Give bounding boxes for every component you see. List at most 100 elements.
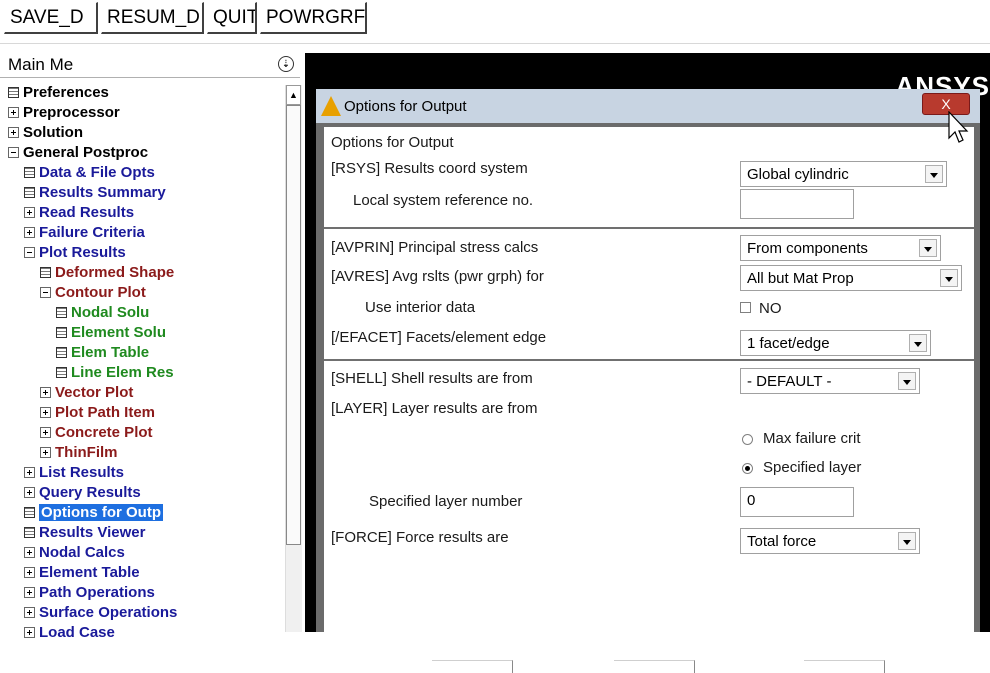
avres-value: All but Mat Prop — [747, 270, 854, 287]
toolbar-divider — [0, 43, 990, 44]
plus-icon — [24, 547, 35, 558]
menu-item[interactable]: Results Summary — [24, 183, 166, 203]
menu-item[interactable]: Data & File Opts — [24, 163, 155, 183]
menu-item[interactable]: Concrete Plot — [40, 423, 153, 443]
chevron-down-icon — [919, 239, 937, 257]
menu-item-label: Preferences — [23, 84, 109, 101]
menu-item-label: Line Elem Res — [71, 364, 174, 381]
menu-item[interactable]: Vector Plot — [40, 383, 133, 403]
menu-item[interactable]: Path Operations — [24, 583, 155, 603]
menu-item[interactable]: General Postproc — [8, 143, 148, 163]
specified-layer-radio[interactable] — [742, 463, 753, 474]
local-ref-input[interactable] — [740, 189, 854, 219]
menu-item[interactable]: Preprocessor — [8, 103, 120, 123]
max-failure-radio[interactable] — [742, 434, 753, 445]
menu-item-label: Concrete Plot — [55, 424, 153, 441]
minus-icon — [40, 287, 51, 298]
menu-item[interactable]: Elem Table — [56, 343, 149, 363]
dialog-title: Options for Output — [344, 98, 467, 115]
main-menu-title: Main Me — [8, 55, 74, 74]
plus-icon — [24, 627, 35, 638]
menu-item-label: Nodal Calcs — [39, 544, 125, 561]
save-db-button[interactable]: SAVE_D — [4, 2, 98, 34]
plus-icon — [40, 447, 51, 458]
scroll-up-arrow-icon[interactable]: ▲ — [286, 85, 301, 105]
menu-item[interactable]: Failure Criteria — [24, 223, 145, 243]
menu-item[interactable]: Nodal Solu — [56, 303, 149, 323]
menu-item[interactable]: Query Results — [24, 483, 141, 503]
doc-icon — [56, 347, 67, 358]
apply-button[interactable] — [614, 660, 695, 673]
doc-icon — [56, 307, 67, 318]
chevron-down-icon — [898, 372, 916, 390]
doc-icon — [40, 267, 51, 278]
menu-item[interactable]: Nodal Calcs — [24, 543, 125, 563]
menu-item[interactable]: Load Case — [24, 623, 115, 643]
interior-checkbox[interactable] — [740, 302, 751, 313]
plus-icon — [24, 487, 35, 498]
menu-item-label: Preprocessor — [23, 104, 120, 121]
avprin-label: [AVPRIN] Principal stress calcs — [331, 239, 539, 256]
menu-item[interactable]: Read Results — [24, 203, 134, 223]
doc-icon — [56, 327, 67, 338]
shell-label: [SHELL] Shell results are from — [331, 370, 533, 387]
shell-dropdown[interactable]: - DEFAULT - — [740, 368, 920, 394]
chevron-down-icon — [898, 532, 916, 550]
menu-item[interactable]: Options for Outp — [24, 503, 163, 523]
separator — [324, 227, 974, 229]
menu-item-label: Data & File Opts — [39, 164, 155, 181]
menu-item[interactable]: Solution — [8, 123, 83, 143]
avprin-dropdown[interactable]: From components — [740, 235, 941, 261]
menu-item[interactable]: Results Viewer — [24, 523, 145, 543]
doc-icon — [24, 187, 35, 198]
avres-dropdown[interactable]: All but Mat Prop — [740, 265, 962, 291]
menu-item[interactable]: Surface Operations — [24, 603, 177, 623]
ok-button[interactable] — [432, 660, 513, 673]
menu-item[interactable]: Deformed Shape — [40, 263, 174, 283]
menu-item[interactable]: Element Table — [24, 563, 140, 583]
rsys-dropdown[interactable]: Global cylindric — [740, 161, 947, 187]
menu-item[interactable]: Plot Path Item — [40, 403, 155, 423]
layer-number-input[interactable]: 0 — [740, 487, 854, 517]
menu-item-label: Surface Operations — [39, 604, 178, 621]
efacet-label: [/EFACET] Facets/element edge — [331, 329, 547, 346]
local-ref-label: Local system reference no. — [353, 192, 534, 209]
menu-item[interactable]: Plot Results — [24, 243, 126, 263]
rsys-label: [RSYS] Results coord system — [331, 160, 528, 177]
menu-item[interactable]: List Results — [24, 463, 124, 483]
doc-icon — [8, 87, 19, 98]
powergraphics-button[interactable]: POWRGRF — [260, 2, 367, 34]
menu-item-label: Solution — [23, 124, 83, 141]
force-dropdown[interactable]: Total force — [740, 528, 920, 554]
menu-item-label: ThinFilm — [55, 444, 118, 461]
quit-button[interactable]: QUIT — [207, 2, 257, 34]
collapse-chevron-icon[interactable]: ⇣ — [278, 56, 294, 72]
menu-item-label: Load Case — [39, 624, 115, 641]
cancel-button[interactable] — [804, 660, 885, 673]
plus-icon — [40, 427, 51, 438]
scroll-thumb[interactable] — [286, 105, 301, 545]
dialog-titlebar[interactable]: Options for Output X — [316, 89, 980, 123]
menu-item-label: Nodal Solu — [71, 304, 150, 321]
resume-db-button[interactable]: RESUM_D — [101, 2, 204, 34]
menu-scrollbar[interactable]: ▲ — [285, 85, 302, 632]
menu-item[interactable]: Preferences — [8, 83, 109, 103]
plus-icon — [40, 407, 51, 418]
menu-item[interactable]: Contour Plot — [40, 283, 146, 303]
doc-icon — [56, 367, 67, 378]
plus-icon — [8, 107, 19, 118]
layer-label: [LAYER] Layer results are from — [331, 400, 538, 417]
interior-label: Use interior data — [365, 299, 476, 316]
menu-item[interactable]: Element Solu — [56, 323, 166, 343]
plus-icon — [8, 127, 19, 138]
menu-item[interactable]: ThinFilm — [40, 443, 118, 463]
menu-item[interactable]: Line Elem Res — [56, 363, 174, 383]
menu-item-label: Query Results — [39, 484, 141, 501]
plus-icon — [24, 607, 35, 618]
layer-number-label: Specified layer number — [369, 493, 523, 510]
dialog-heading: Options for Output — [331, 134, 454, 151]
menu-item-label: General Postproc — [23, 144, 149, 161]
menu-item-label: Results Viewer — [39, 524, 146, 541]
options-for-output-dialog: Options for Output X Options for Output … — [316, 89, 980, 673]
efacet-dropdown[interactable]: 1 facet/edge — [740, 330, 931, 356]
